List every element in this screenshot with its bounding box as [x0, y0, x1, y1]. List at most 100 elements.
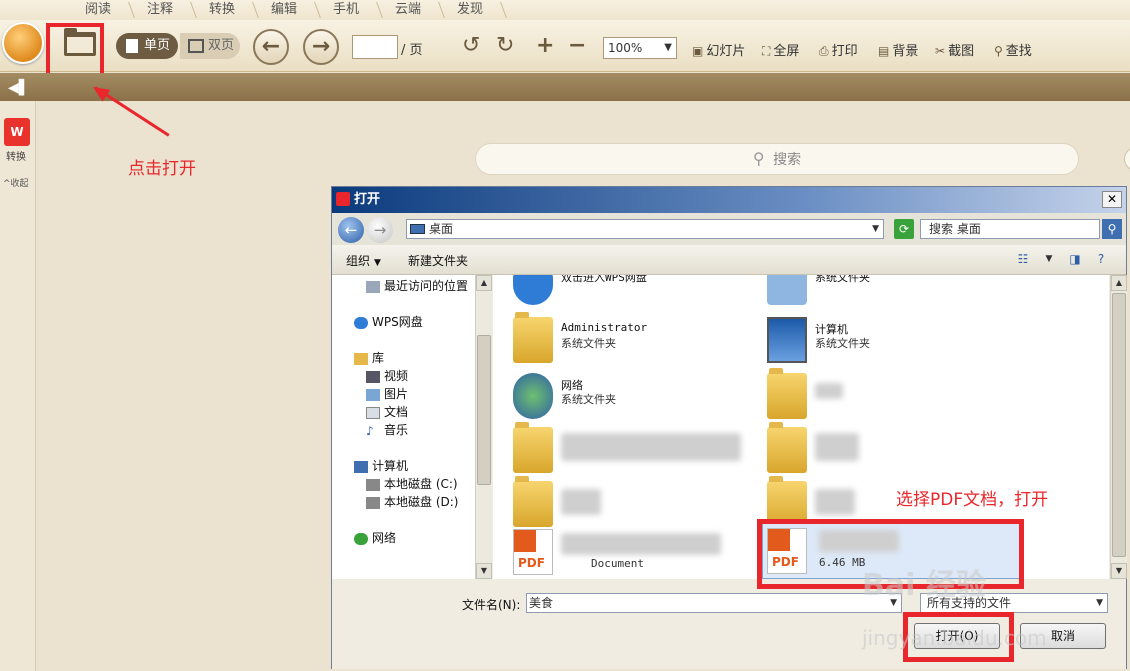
- new-folder-button[interactable]: 新建文件夹: [408, 252, 468, 269]
- prev-page-button[interactable]: ←: [253, 29, 289, 65]
- nav-computer[interactable]: 计算机: [354, 457, 408, 474]
- chevron-down-icon[interactable]: ▼: [872, 220, 879, 238]
- scroll-down-icon[interactable]: ▼: [476, 563, 492, 579]
- blurred-name: [815, 489, 855, 515]
- menu-bar: 阅读 注释 转换 编辑 手机 云端 发现: [0, 0, 1130, 20]
- view-options-icon[interactable]: ☷: [1014, 251, 1032, 267]
- zoom-in-icon[interactable]: +: [536, 33, 554, 59]
- search-icon: ⚲: [752, 149, 765, 168]
- tab-edit[interactable]: 编辑: [254, 0, 314, 20]
- document-icon: [366, 406, 380, 419]
- collapse-panel-icon[interactable]: ◀▌: [8, 80, 30, 96]
- files-scrollbar[interactable]: ▲ ▼: [1110, 275, 1127, 579]
- file-folder-blurred-3[interactable]: [767, 422, 1007, 477]
- preview-pane-icon[interactable]: ◨: [1066, 251, 1084, 267]
- scissors-icon: ✂: [935, 44, 946, 58]
- tab-discover[interactable]: 发现: [440, 0, 500, 20]
- tab-read[interactable]: 阅读: [68, 0, 128, 20]
- file-folder-blurred-1[interactable]: [767, 368, 1007, 423]
- screenshot-button[interactable]: ✂ 截图: [935, 40, 974, 59]
- blurred-name: [561, 533, 721, 555]
- file-folder-blurred-4[interactable]: [513, 476, 753, 531]
- tab-annotate[interactable]: 注释: [130, 0, 190, 20]
- find-button[interactable]: ⚲ 查找: [994, 40, 1032, 59]
- blurred-name: [815, 433, 859, 461]
- search-bar[interactable]: ⚲ 搜索: [475, 143, 1079, 175]
- file-folder-blurred-2[interactable]: [513, 422, 753, 477]
- print-button[interactable]: ⎙ 打印: [819, 40, 858, 59]
- file-wps-disk[interactable]: 双击进入WPS网盘: [513, 275, 753, 309]
- tab-cloud[interactable]: 云端: [378, 0, 438, 20]
- dialog-search-input[interactable]: 搜索 桌面: [920, 219, 1100, 239]
- close-icon[interactable]: ✕: [1102, 191, 1122, 208]
- convert-label[interactable]: 转换: [6, 148, 26, 163]
- search-icon[interactable]: ⚲: [1102, 219, 1122, 239]
- open-button-highlight[interactable]: [46, 23, 104, 79]
- nav-videos[interactable]: 视频: [366, 367, 408, 384]
- nav-library[interactable]: 库: [354, 349, 384, 366]
- file-administrator[interactable]: Administrator 系统文件夹: [513, 312, 753, 367]
- file-computer[interactable]: 计算机 系统文件夹: [767, 315, 1007, 367]
- tab-convert[interactable]: 转换: [192, 0, 252, 20]
- dialog-app-icon: [336, 192, 350, 206]
- scroll-thumb[interactable]: [1112, 293, 1126, 557]
- filename-input[interactable]: 美食 ▼: [526, 593, 902, 613]
- fullscreen-icon: ⛶: [762, 44, 771, 58]
- file-sys-folder-top[interactable]: 系统文件夹: [767, 275, 1007, 309]
- network-icon: [354, 532, 368, 545]
- tab-mobile[interactable]: 手机: [316, 0, 376, 20]
- zoom-out-icon[interactable]: −: [568, 33, 586, 59]
- forward-button[interactable]: →: [367, 217, 393, 243]
- nav-recent[interactable]: 最近访问的位置: [366, 277, 468, 294]
- navigation-pane: 最近访问的位置 WPS网盘 库 视频 图片 文档 ♪ 音乐 计算机 本地磁盘 (C…: [332, 275, 492, 579]
- file-pdf-document[interactable]: Document: [513, 527, 753, 579]
- desktop-icon: [410, 224, 425, 234]
- cloud-icon: [513, 275, 553, 305]
- nav-disk-c[interactable]: 本地磁盘 (C:): [366, 475, 458, 492]
- fullscreen-button[interactable]: ⛶ 全屏: [762, 40, 799, 59]
- single-page-button[interactable]: 单页: [116, 33, 178, 59]
- chevron-down-icon[interactable]: ▼: [1040, 251, 1058, 267]
- nav-scrollbar[interactable]: ▲ ▼: [475, 275, 492, 579]
- app-logo-icon[interactable]: [2, 22, 44, 64]
- nav-network[interactable]: 网络: [354, 529, 396, 546]
- double-page-button[interactable]: 双页: [180, 33, 240, 59]
- scroll-up-icon[interactable]: ▲: [476, 275, 492, 291]
- open-file-dialog: 打开 ✕ ← → 桌面 ▼ ⟳ 搜索 桌面 ⚲ 组织 ▼ 新建文件夹 ☷ ▼ ◨ …: [331, 186, 1127, 669]
- nav-wps-cloud[interactable]: WPS网盘: [354, 313, 423, 330]
- folder-icon: [513, 422, 553, 473]
- refresh-button[interactable]: ⟳: [894, 219, 914, 239]
- nav-documents[interactable]: 文档: [366, 403, 408, 420]
- next-page-button[interactable]: →: [303, 29, 339, 65]
- disk-icon: [366, 496, 380, 509]
- slideshow-icon: ▣: [692, 44, 704, 58]
- user-folder-icon: [513, 312, 553, 363]
- baidu-watermark: Bai 经验: [862, 568, 986, 603]
- convert-icon[interactable]: W: [4, 118, 30, 146]
- help-icon[interactable]: ?: [1092, 251, 1110, 267]
- disk-icon: [366, 478, 380, 491]
- rotate-right-icon[interactable]: ↻: [496, 33, 514, 59]
- background-button[interactable]: ▤ 背景: [878, 40, 918, 59]
- computer-icon: [767, 317, 807, 363]
- organize-menu[interactable]: 组织 ▼: [346, 252, 381, 269]
- file-network[interactable]: 网络 系统文件夹: [513, 371, 753, 423]
- address-bar[interactable]: 桌面 ▼: [406, 219, 884, 239]
- cloud-icon: [354, 316, 368, 329]
- nav-pictures[interactable]: 图片: [366, 385, 408, 402]
- back-button[interactable]: ←: [338, 217, 364, 243]
- slideshow-button[interactable]: ▣ 幻灯片: [692, 40, 745, 59]
- scroll-thumb[interactable]: [477, 335, 491, 485]
- chevron-up-icon: ^: [3, 179, 11, 189]
- zoom-select[interactable]: 100% ▼: [603, 37, 677, 59]
- nav-disk-d[interactable]: 本地磁盘 (D:): [366, 493, 458, 510]
- collapse-button[interactable]: ^收起: [3, 176, 29, 189]
- nav-music[interactable]: ♪ 音乐: [366, 421, 408, 438]
- folder-icon: [767, 368, 807, 419]
- scroll-down-icon[interactable]: ▼: [1111, 563, 1127, 579]
- blurred-name: [561, 489, 601, 515]
- page-number-input[interactable]: [352, 35, 398, 59]
- scroll-up-icon[interactable]: ▲: [1111, 275, 1127, 291]
- video-icon: [366, 370, 380, 383]
- rotate-left-icon[interactable]: ↺: [462, 33, 480, 59]
